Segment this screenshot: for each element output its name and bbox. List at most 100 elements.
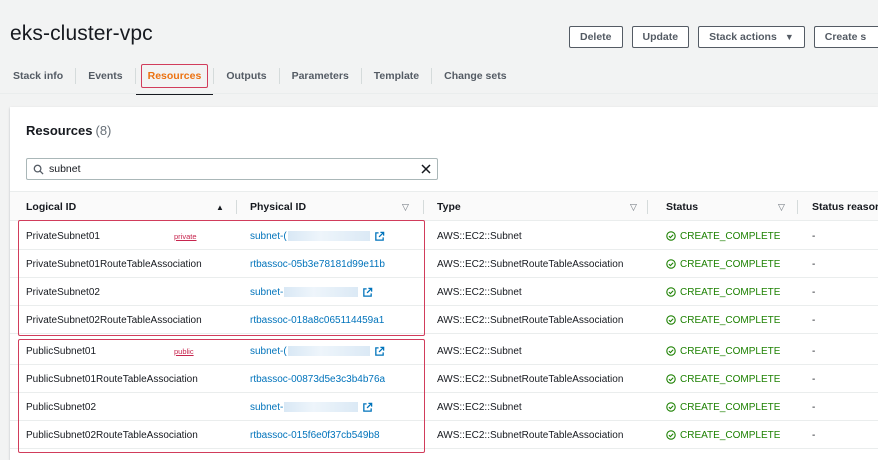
status-text: CREATE_COMPLETE — [680, 258, 781, 270]
cell-status: CREATE_COMPLETE — [666, 250, 780, 278]
cell-status-reason: - — [812, 222, 815, 250]
table-row[interactable]: PrivateSubnet01RouteTableAssociation rtba… — [10, 250, 878, 278]
physical-id-link[interactable]: rtbassoc-05b3e78181d99e11b — [250, 259, 385, 270]
cell-status-reason: - — [812, 421, 815, 449]
cell-status: CREATE_COMPLETE — [666, 421, 780, 449]
redacted-text — [284, 287, 359, 297]
clear-search-icon[interactable] — [415, 159, 437, 179]
physical-id-link[interactable]: subnet- — [250, 402, 283, 413]
search-input[interactable] — [49, 160, 415, 178]
tab-outputs[interactable]: Outputs — [213, 68, 278, 84]
tab-label: Change sets — [444, 70, 507, 82]
tab-label: Stack info — [13, 70, 64, 82]
column-header-status-reason[interactable]: Status reasor — [812, 192, 878, 222]
create-stack-button[interactable]: Create s — [813, 26, 878, 48]
cell-physical-id[interactable]: subnet- — [250, 278, 373, 306]
tab-change-sets[interactable]: Change sets — [431, 68, 518, 84]
status-reason-text: - — [812, 401, 816, 413]
physical-id-link[interactable]: subnet-( — [250, 231, 287, 242]
search-icon — [27, 159, 49, 179]
cell-physical-id[interactable]: subnet- — [250, 393, 373, 421]
physical-id-link[interactable]: subnet-( — [250, 346, 287, 357]
logical-id-text: PrivateSubnet01 — [26, 230, 100, 242]
stack-actions-toolbar: Delete Update Stack actions ▼ Create s — [569, 26, 878, 48]
delete-button[interactable]: Delete — [569, 26, 623, 48]
cell-physical-id[interactable]: subnet-( — [250, 337, 385, 365]
cell-status-reason: - — [812, 278, 815, 306]
resources-heading: Resources (8) — [26, 123, 111, 138]
tab-template[interactable]: Template — [360, 68, 431, 84]
cell-logical-id: PublicSubnet02 — [26, 393, 96, 421]
status-reason-text: - — [812, 258, 816, 270]
resource-type-text: AWS::EC2::Subnet — [437, 345, 522, 357]
sort-ascending-icon: ▲ — [216, 202, 224, 212]
resource-type-text: AWS::EC2::SubnetRouteTableAssociation — [437, 373, 624, 385]
status-reason-text: - — [812, 314, 816, 326]
cell-physical-id[interactable]: rtbassoc-015f6e0f37cb549b8 — [250, 421, 380, 449]
redacted-text — [284, 402, 359, 412]
logical-id-text: PublicSubnet01 — [26, 345, 97, 357]
cell-logical-id: PrivateSubnet02RouteTableAssociation — [26, 306, 202, 334]
physical-id-link[interactable]: rtbassoc-00873d5e3c3b4b76a — [250, 374, 385, 385]
status-text: CREATE_COMPLETE — [680, 230, 781, 242]
cell-status: CREATE_COMPLETE — [666, 278, 780, 306]
external-link-icon[interactable] — [362, 287, 373, 298]
status-reason-text: - — [812, 286, 816, 298]
cell-physical-id[interactable]: rtbassoc-018a8c065114459a1 — [250, 306, 384, 334]
sort-icon: ▽ — [630, 201, 637, 212]
stack-actions-dropdown[interactable]: Stack actions ▼ — [698, 26, 805, 48]
cell-logical-id: PublicSubnet02RouteTableAssociation — [26, 421, 198, 449]
column-header-type[interactable]: Type ▽ — [437, 192, 637, 222]
resource-type-text: AWS::EC2::Subnet — [437, 230, 522, 242]
external-link-icon[interactable] — [374, 231, 385, 242]
cell-logical-id: PrivateSubnet02 — [26, 278, 100, 306]
subnet-annotation-label: public — [174, 346, 194, 356]
column-header-status[interactable]: Status ▽ — [666, 192, 796, 222]
table-row[interactable]: PublicSubnet02RouteTableAssociation rtbas… — [10, 421, 878, 449]
table-row[interactable]: PublicSubnet01 public subnet-( AWS::EC2::Su… — [10, 337, 878, 365]
column-divider — [423, 200, 424, 214]
logical-id-text: PublicSubnet02RouteTableAssociation — [26, 429, 198, 441]
tab-events[interactable]: Events — [75, 68, 134, 84]
logical-id-text: PrivateSubnet02 — [26, 286, 100, 298]
tab-resources[interactable]: Resources — [134, 64, 214, 95]
tab-parameters[interactable]: Parameters — [278, 68, 361, 84]
cell-status: CREATE_COMPLETE — [666, 393, 780, 421]
table-row[interactable]: PrivateSubnet02RouteTableAssociation rtba… — [10, 306, 878, 334]
status-success-icon — [666, 374, 680, 384]
physical-id-link[interactable]: rtbassoc-015f6e0f37cb549b8 — [250, 430, 380, 441]
cell-physical-id[interactable]: rtbassoc-00873d5e3c3b4b76a — [250, 365, 385, 393]
column-header-logical-id[interactable]: Logical ID ▲ — [26, 192, 231, 222]
cell-status: CREATE_COMPLETE — [666, 365, 780, 393]
cell-status-reason: - — [812, 250, 815, 278]
status-success-icon — [666, 346, 680, 356]
external-link-icon[interactable] — [362, 402, 373, 413]
column-label: Status — [666, 201, 699, 213]
status-text: CREATE_COMPLETE — [680, 429, 781, 441]
tab-label: Parameters — [291, 70, 349, 82]
update-button[interactable]: Update — [631, 26, 690, 48]
status-reason-text: - — [812, 429, 816, 441]
resource-type-text: AWS::EC2::SubnetRouteTableAssociation — [437, 314, 624, 326]
tab-stack-info[interactable]: Stack info — [10, 68, 75, 84]
physical-id-link[interactable]: subnet- — [250, 287, 283, 298]
resource-type-text: AWS::EC2::Subnet — [437, 286, 522, 298]
table-row[interactable]: PublicSubnet01RouteTableAssociation rtbas… — [10, 365, 878, 393]
column-divider — [236, 200, 237, 214]
subnet-annotation-label: private — [174, 231, 197, 241]
table-row[interactable]: PublicSubnet02 subnet- AWS::EC2::Subnet CRE… — [10, 393, 878, 421]
delete-button-label: Delete — [580, 31, 612, 43]
column-header-physical-id[interactable]: Physical ID ▽ — [250, 192, 420, 222]
status-success-icon — [666, 231, 680, 241]
status-success-icon — [666, 315, 680, 325]
table-row[interactable]: PrivateSubnet02 subnet- AWS::EC2::Subnet CR… — [10, 278, 878, 306]
logical-id-text: PublicSubnet02 — [26, 401, 97, 413]
cell-type: AWS::EC2::Subnet — [437, 337, 522, 365]
resources-panel: Resources(8) Logical ID ▲ Physical ID ▽ — [10, 107, 878, 460]
physical-id-link[interactable]: rtbassoc-018a8c065114459a1 — [250, 315, 384, 326]
redacted-text — [287, 231, 370, 241]
external-link-icon[interactable] — [374, 346, 385, 357]
table-row[interactable]: PrivateSubnet01 private subnet-( AWS::EC2::… — [10, 222, 878, 250]
cell-physical-id[interactable]: rtbassoc-05b3e78181d99e11b — [250, 250, 385, 278]
cell-physical-id[interactable]: subnet-( — [250, 222, 385, 250]
